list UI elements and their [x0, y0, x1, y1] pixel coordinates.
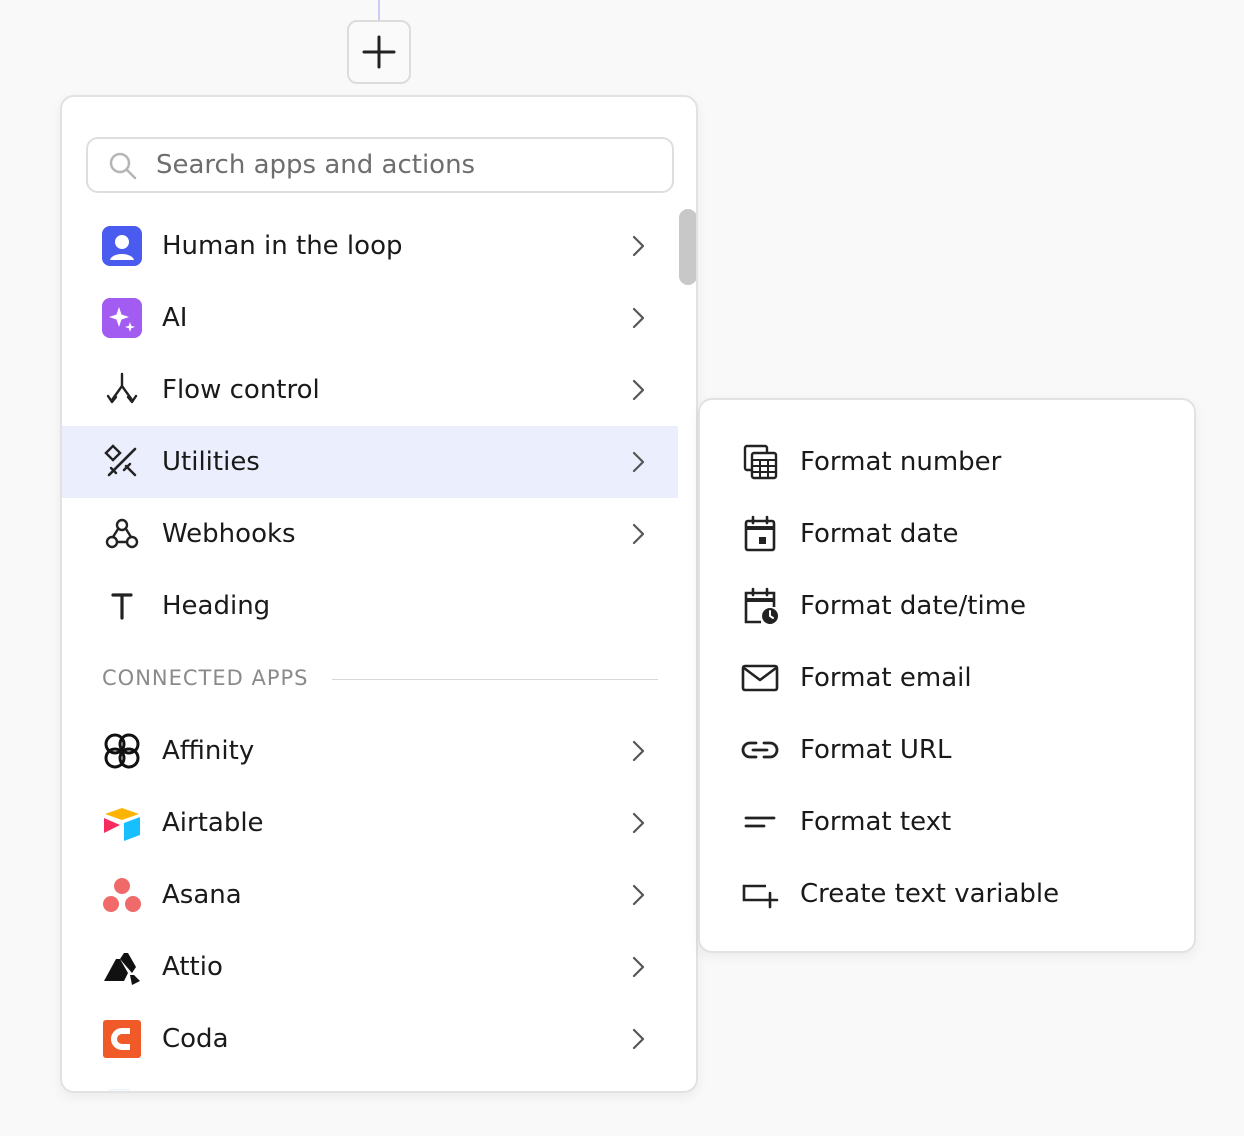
- search-icon: [108, 151, 138, 185]
- section-header-label: CONNECTED APPS: [102, 666, 309, 690]
- app-item-label: Coda: [162, 1024, 229, 1054]
- submenu-item-label: Create text variable: [800, 879, 1060, 909]
- coda-logo-icon: [102, 1019, 142, 1059]
- submenu-item-format-text[interactable]: Format text: [700, 786, 1194, 858]
- submenu-item-format-date-time[interactable]: Format date/time: [700, 570, 1194, 642]
- menu-item-label: Utilities: [162, 447, 260, 477]
- link-icon: [740, 730, 780, 770]
- submenu-item-format-url[interactable]: Format URL: [700, 714, 1194, 786]
- attio-logo-icon: [102, 947, 142, 987]
- calendar-icon: [740, 514, 780, 554]
- airtable-logo-icon: [102, 803, 142, 843]
- connector-line: [378, 0, 380, 22]
- app-item-label: Airtable: [162, 808, 264, 838]
- variable-add-icon: [740, 874, 780, 914]
- chevron-right-icon: [628, 234, 648, 262]
- person-icon: [102, 226, 142, 266]
- envelope-icon: [740, 658, 780, 698]
- app-item-attio[interactable]: Attio: [62, 931, 678, 1003]
- section-divider: [332, 679, 658, 680]
- menu-item-label: Heading: [162, 591, 271, 621]
- calendar-clock-icon: [740, 586, 780, 626]
- add-step-button[interactable]: [347, 20, 411, 84]
- menu-item-label: Webhooks: [162, 519, 296, 549]
- list-fade: [62, 1077, 678, 1091]
- submenu-item-create-text-variable[interactable]: Create text variable: [700, 858, 1194, 930]
- submenu-item-format-number[interactable]: Format number: [700, 426, 1194, 498]
- menu-item-utilities[interactable]: Utilities: [62, 426, 678, 498]
- app-item-coda[interactable]: Coda: [62, 1003, 678, 1075]
- search-input[interactable]: [156, 147, 656, 183]
- action-list: Human in the loop AI Flow control Utilit…: [62, 210, 678, 1075]
- chevron-right-icon: [628, 522, 648, 550]
- chevron-right-icon: [628, 450, 648, 478]
- text-t-icon: [102, 586, 142, 626]
- affinity-logo-icon: [102, 731, 142, 771]
- app-item-label: Attio: [162, 952, 223, 982]
- app-item-label: Asana: [162, 880, 242, 910]
- submenu-item-label: Format email: [800, 663, 972, 693]
- utilities-submenu: Format number Format date Format date/ti…: [698, 398, 1196, 953]
- menu-item-webhooks[interactable]: Webhooks: [62, 498, 678, 570]
- menu-item-flow-control[interactable]: Flow control: [62, 354, 678, 426]
- submenu-item-label: Format number: [800, 447, 1002, 477]
- submenu-item-label: Format URL: [800, 735, 952, 765]
- app-action-picker: Human in the loop AI: [60, 95, 698, 1093]
- search-box[interactable]: [86, 137, 674, 193]
- branch-icon: [102, 370, 142, 410]
- chevron-right-icon: [628, 378, 648, 406]
- submenu-item-label: Format date: [800, 519, 959, 549]
- plus-icon: [362, 35, 396, 69]
- app-item-label: Affinity: [162, 736, 255, 766]
- submenu-item-format-date[interactable]: Format date: [700, 498, 1194, 570]
- menu-item-human-in-the-loop[interactable]: Human in the loop: [62, 210, 678, 282]
- app-item-affinity[interactable]: Affinity: [62, 715, 678, 787]
- menu-item-heading[interactable]: Heading: [62, 570, 678, 642]
- chevron-right-icon: [628, 883, 648, 911]
- menu-item-ai[interactable]: AI: [62, 282, 678, 354]
- scrollbar-thumb[interactable]: [679, 209, 696, 285]
- menu-item-label: AI: [162, 303, 188, 333]
- app-item-airtable[interactable]: Airtable: [62, 787, 678, 859]
- tools-icon: [102, 442, 142, 482]
- submenu-item-label: Format date/time: [800, 591, 1027, 621]
- submenu-item-format-email[interactable]: Format email: [700, 642, 1194, 714]
- scrollbar[interactable]: [678, 209, 696, 285]
- menu-item-label: Human in the loop: [162, 231, 403, 261]
- app-item-asana[interactable]: Asana: [62, 859, 678, 931]
- menu-item-label: Flow control: [162, 375, 320, 405]
- chevron-right-icon: [628, 955, 648, 983]
- submenu-item-label: Format text: [800, 807, 952, 837]
- asana-logo-icon: [102, 875, 142, 915]
- chevron-right-icon: [628, 306, 648, 334]
- chevron-right-icon: [628, 811, 648, 839]
- calculator-icon: [740, 442, 780, 482]
- chevron-right-icon: [628, 739, 648, 767]
- sparkle-icon: [102, 298, 142, 338]
- section-header-connected-apps: CONNECTED APPS: [62, 642, 678, 715]
- webhook-icon: [102, 514, 142, 554]
- text-lines-icon: [740, 802, 780, 842]
- chevron-right-icon: [628, 1027, 648, 1055]
